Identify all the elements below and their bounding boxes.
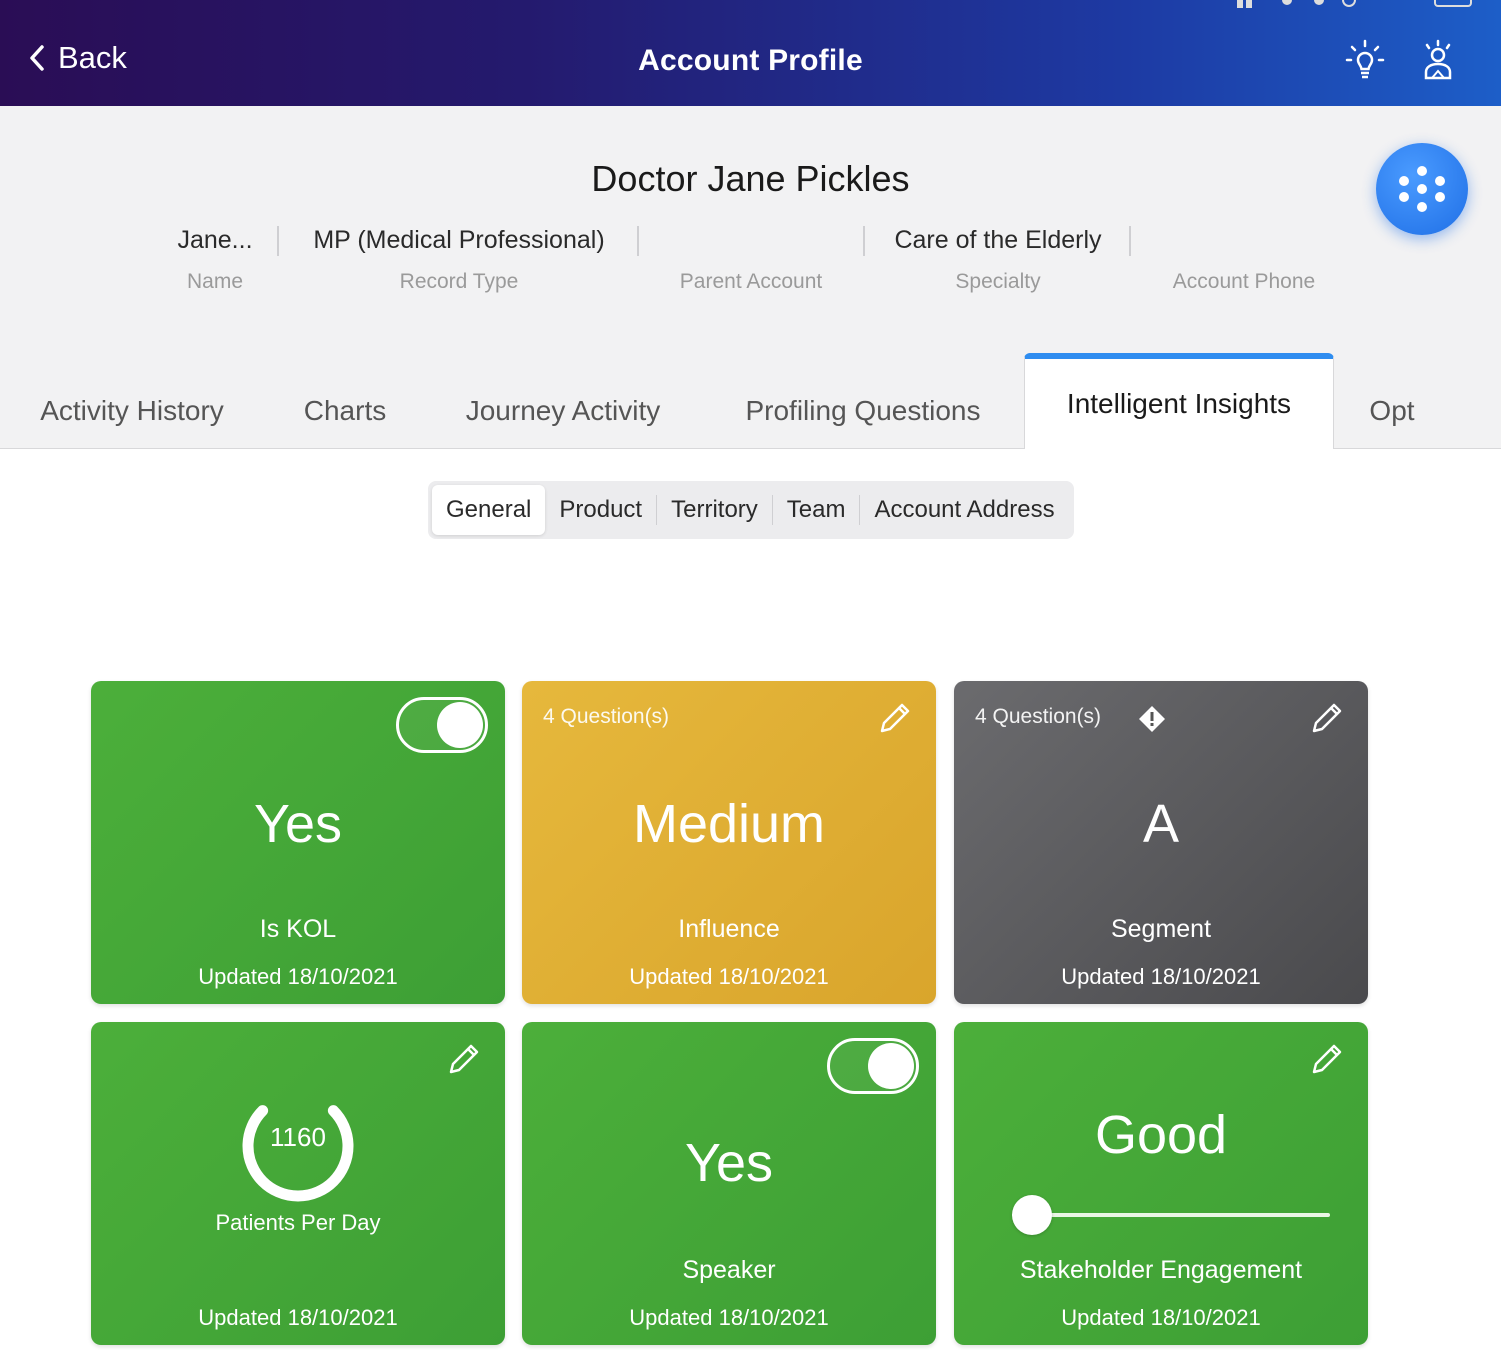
field-name: Jane... Name xyxy=(100,226,330,294)
user-settings-icon[interactable] xyxy=(1414,38,1462,86)
card-value: Yes xyxy=(684,1133,774,1193)
field-specialty: Care of the Elderly Specialty xyxy=(873,226,1123,294)
engagement-slider-track[interactable] xyxy=(1012,1213,1330,1217)
app-header: Back Account Profile xyxy=(0,0,1501,106)
card-label: Speaker xyxy=(682,1256,776,1284)
tab-activity-history[interactable]: Activity History xyxy=(14,372,250,449)
card-value: 1160 xyxy=(270,1122,326,1152)
kol-toggle[interactable] xyxy=(396,697,488,753)
field-value xyxy=(1129,226,1359,258)
card-label: Stakeholder Engagement xyxy=(1019,1256,1303,1284)
insight-card-is-kol[interactable]: Yes Is KOL Updated 18/10/2021 xyxy=(91,681,505,1004)
card-value: Yes xyxy=(253,794,343,854)
page-title: Account Profile xyxy=(638,44,863,77)
subtab-segmented-control: General Product Territory Team Account A… xyxy=(428,481,1074,539)
field-value: Jane... xyxy=(177,226,253,254)
account-name: Doctor Jane Pickles xyxy=(591,158,910,199)
card-updated: Updated 18/10/2021 xyxy=(1061,964,1261,989)
divider xyxy=(277,226,279,256)
status-bar-icons xyxy=(1237,0,1472,8)
questions-count: 4 Question(s) xyxy=(543,705,670,728)
card-label: Influence xyxy=(678,915,780,943)
divider xyxy=(863,226,865,256)
field-value xyxy=(636,226,866,258)
tab-opt[interactable]: Opt xyxy=(1350,372,1434,449)
card-updated: Updated 18/10/2021 xyxy=(198,1305,398,1330)
toggle-knob xyxy=(437,702,483,748)
dots-grid-icon xyxy=(1399,166,1445,212)
insight-card-segment[interactable]: 4 Question(s) A Segment Updated 18/10/20… xyxy=(954,681,1368,1004)
subtab-account-address[interactable]: Account Address xyxy=(860,485,1068,535)
card-label: Segment xyxy=(1110,915,1212,943)
lightbulb-icon[interactable] xyxy=(1341,38,1389,86)
tab-charts[interactable]: Charts xyxy=(284,372,406,449)
subtab-general[interactable]: General xyxy=(432,485,546,535)
field-label: Name xyxy=(186,270,244,293)
toggle-knob xyxy=(868,1043,914,1089)
engagement-slider-thumb[interactable] xyxy=(1012,1195,1052,1235)
pencil-icon[interactable] xyxy=(1306,1038,1348,1080)
profile-section: Doctor Jane Pickles Jane... Name MP (Med… xyxy=(0,106,1501,449)
field-value: MP (Medical Professional) xyxy=(313,226,605,254)
field-record-type: MP (Medical Professional) Record Type xyxy=(307,226,611,294)
subtab-team[interactable]: Team xyxy=(773,485,860,535)
field-value: Care of the Elderly xyxy=(894,226,1102,254)
speaker-toggle[interactable] xyxy=(827,1038,919,1094)
insight-card-influence[interactable]: 4 Question(s) Medium Influence Updated 1… xyxy=(522,681,936,1004)
warning-diamond-icon xyxy=(1139,706,1165,732)
tab-journey-activity[interactable]: Journey Activity xyxy=(440,372,686,449)
field-account-phone: Account Phone xyxy=(1129,226,1359,294)
field-parent-account: Parent Account xyxy=(636,226,866,294)
card-value: A xyxy=(1142,794,1180,854)
pencil-icon[interactable] xyxy=(874,697,916,739)
insight-card-speaker[interactable]: Yes Speaker Updated 18/10/2021 xyxy=(522,1022,936,1345)
card-value: Good xyxy=(1094,1105,1228,1165)
card-updated: Updated 18/10/2021 xyxy=(629,964,829,989)
pencil-icon[interactable] xyxy=(443,1038,485,1080)
field-label: Record Type xyxy=(399,270,519,293)
card-updated: Updated 18/10/2021 xyxy=(198,964,398,989)
card-updated: Updated 18/10/2021 xyxy=(629,1305,829,1330)
tab-profiling-questions[interactable]: Profiling Questions xyxy=(720,372,1006,449)
subtab-territory[interactable]: Territory xyxy=(657,485,772,535)
quick-actions-button[interactable] xyxy=(1376,143,1468,235)
field-label: Parent Account xyxy=(679,270,823,293)
insight-card-patients-per-day[interactable]: 1160 Patients Per Day Updated 18/10/2021 xyxy=(91,1022,505,1345)
questions-count: 4 Question(s) xyxy=(975,705,1102,728)
tab-intelligent-insights[interactable]: Intelligent Insights xyxy=(1024,353,1334,449)
card-value: Medium xyxy=(632,794,826,854)
subtab-product[interactable]: Product xyxy=(545,485,656,535)
insight-card-stakeholder-engagement[interactable]: Good Stakeholder Engagement Updated 18/1… xyxy=(954,1022,1368,1345)
field-label: Account Phone xyxy=(1172,270,1316,293)
card-updated: Updated 18/10/2021 xyxy=(1061,1305,1261,1330)
pencil-icon[interactable] xyxy=(1306,697,1348,739)
field-label: Specialty xyxy=(955,270,1041,293)
card-label: Is KOL xyxy=(259,915,337,943)
card-label: Patients Per Day xyxy=(215,1210,381,1235)
